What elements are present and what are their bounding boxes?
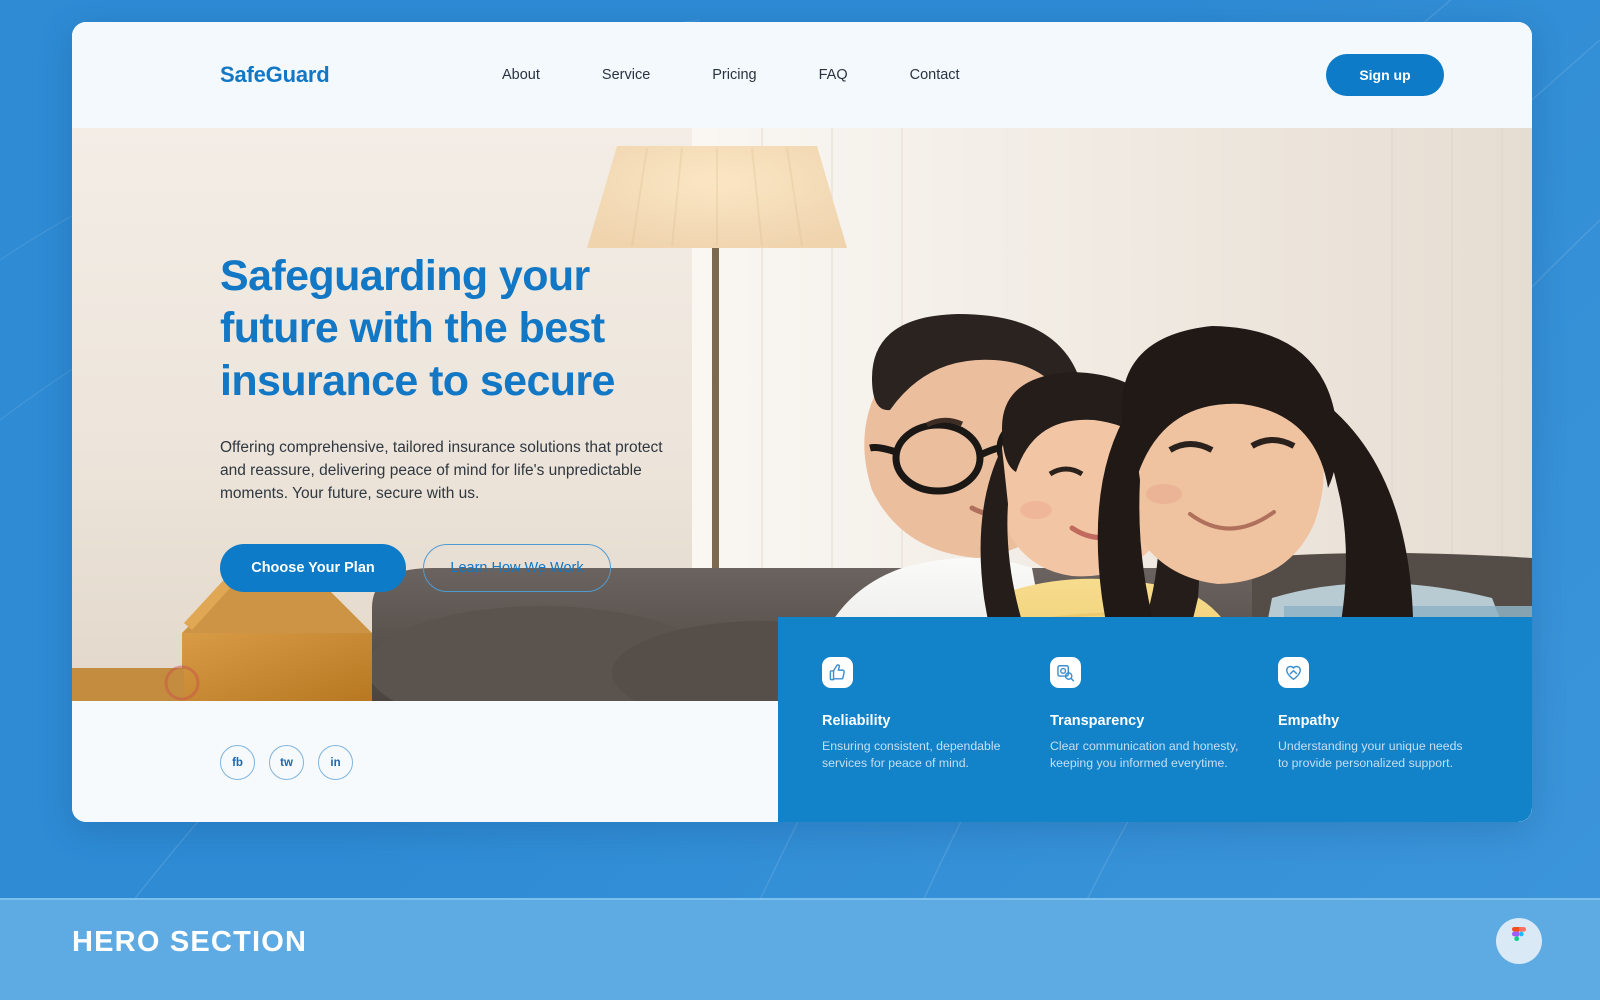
twitter-icon[interactable]: tw — [269, 745, 304, 780]
feature-card-transparency: Transparency Clear communication and hon… — [1050, 657, 1246, 822]
social-links: fb tw in — [220, 745, 353, 780]
hero-copy-block: Safeguarding your future with the best i… — [220, 250, 690, 592]
hero-subcopy: Offering comprehensive, tailored insuran… — [220, 439, 663, 502]
feature-title: Transparency — [1050, 713, 1145, 729]
website-mockup-card: SafeGuard About Service Pricing FAQ Cont… — [72, 22, 1532, 822]
feature-title: Reliability — [822, 713, 891, 729]
brand-logo[interactable]: SafeGuard — [220, 62, 330, 88]
section-label: HERO SECTION — [72, 926, 308, 958]
feature-title: Empathy — [1278, 713, 1340, 729]
feature-description: Ensuring consistent, dependable services… — [822, 739, 1001, 771]
thumbs-up-icon — [822, 657, 853, 688]
heart-hands-icon — [1278, 657, 1309, 688]
feature-description: Understanding your unique needs to provi… — [1278, 739, 1463, 771]
nav-item-about[interactable]: About — [502, 61, 540, 89]
facebook-icon[interactable]: fb — [220, 745, 255, 780]
hero-cta-row: Choose Your Plan Learn How We Work — [220, 543, 690, 592]
nav-item-faq[interactable]: FAQ — [819, 61, 848, 89]
magnifier-document-icon — [1050, 657, 1081, 688]
learn-how-we-work-button[interactable]: Learn How We Work — [423, 543, 611, 592]
features-panel: Reliability Ensuring consistent, dependa… — [778, 617, 1532, 822]
signup-button[interactable]: Sign up — [1326, 54, 1444, 96]
site-header: SafeGuard About Service Pricing FAQ Cont… — [72, 22, 1532, 128]
nav-item-contact[interactable]: Contact — [910, 61, 960, 89]
figma-logo-icon[interactable] — [1496, 918, 1542, 964]
primary-navigation: About Service Pricing FAQ Contact — [502, 22, 960, 128]
figma-glyph — [1512, 927, 1526, 941]
feature-description: Clear communication and honesty, keeping… — [1050, 739, 1239, 771]
annotation-bar: HERO SECTION — [0, 898, 1600, 1000]
linkedin-icon[interactable]: in — [318, 745, 353, 780]
choose-your-plan-button[interactable]: Choose Your Plan — [220, 543, 406, 592]
hero-headline: Safeguarding your future with the best i… — [220, 252, 615, 405]
nav-item-service[interactable]: Service — [602, 61, 650, 89]
nav-item-pricing[interactable]: Pricing — [712, 61, 756, 89]
feature-card-empathy: Empathy Understanding your unique needs … — [1278, 657, 1474, 822]
feature-card-reliability: Reliability Ensuring consistent, dependa… — [822, 657, 1018, 822]
